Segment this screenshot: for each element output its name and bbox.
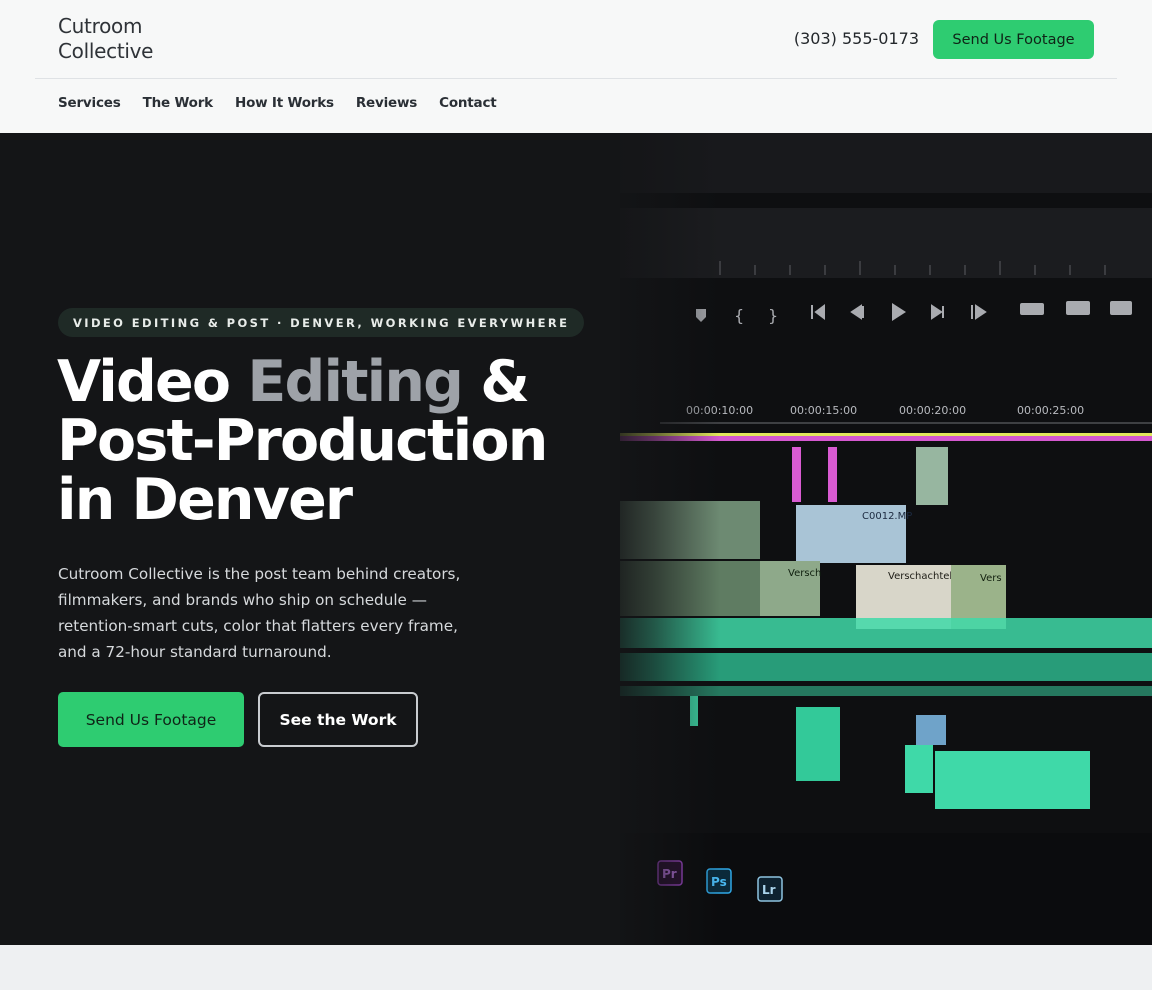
export-frame-icon [1110,301,1132,315]
header-divider [35,78,1117,79]
video-clip [916,447,948,505]
clip-label: Verschachtel [888,571,952,582]
hero-headline: Video Editing & Post-Production in Denve… [57,353,617,530]
hero-see-the-work-button[interactable]: See the Work [258,692,418,747]
phone-number-link[interactable]: (303) 555-0173 [794,29,919,48]
headline-line-1: Video Editing & [57,353,617,412]
clip-label: Vers [980,573,1002,584]
in-point-icon: { [734,306,744,325]
clip-label: C0012.MP [862,511,912,522]
brand-line-1: Cutroom [58,14,143,38]
app-label: Lr [762,883,776,897]
headline-line-3: in Denver [57,467,353,533]
nav-item-how-it-works[interactable]: How It Works [235,95,334,111]
brand-line-2: Collective [58,39,154,63]
headline-part-2: & [462,349,530,415]
clip-marker [828,447,837,502]
hero-section: { } 00:00:10:00 00:00:15:00 00:00:20:00 … [0,133,1152,945]
insert-icon [1020,303,1044,315]
timecode-label: 00:00:20:00 [899,404,966,417]
headline-accent: Editing [247,349,464,415]
next-section-strip [0,945,1152,990]
timecode-label: 00:00:25:00 [1017,404,1084,417]
clip-marker [792,447,801,502]
hero-description: Cutroom Collective is the post team behi… [58,565,461,661]
header-send-footage-button[interactable]: Send Us Footage [933,20,1094,59]
out-point-icon: } [768,306,778,325]
brand-logo[interactable]: Cutroom Collective [58,14,153,64]
nav-item-services[interactable]: Services [58,95,121,111]
hero-image-fade [600,133,720,945]
headline-part-1: Video [57,349,248,415]
hero-send-footage-button[interactable]: Send Us Footage [58,692,244,747]
site-header: Cutroom Collective (303) 555-0173 Send U… [0,0,1152,133]
clip-label: Versch [788,568,821,579]
hero-eyebrow-badge: VIDEO EDITING & POST · DENVER, WORKING E… [58,308,585,337]
main-nav: Services The Work How It Works Reviews C… [58,95,497,111]
audio-clip [905,745,933,793]
audio-clip [916,715,946,745]
headline-line-2: Post-Production [57,408,548,474]
nav-item-reviews[interactable]: Reviews [356,95,417,111]
overwrite-icon [1066,301,1090,315]
nav-item-contact[interactable]: Contact [439,95,497,111]
audio-clip [796,707,840,781]
timecode-label: 00:00:15:00 [790,404,857,417]
audio-clip [935,751,1090,809]
nav-item-the-work[interactable]: The Work [143,95,214,111]
